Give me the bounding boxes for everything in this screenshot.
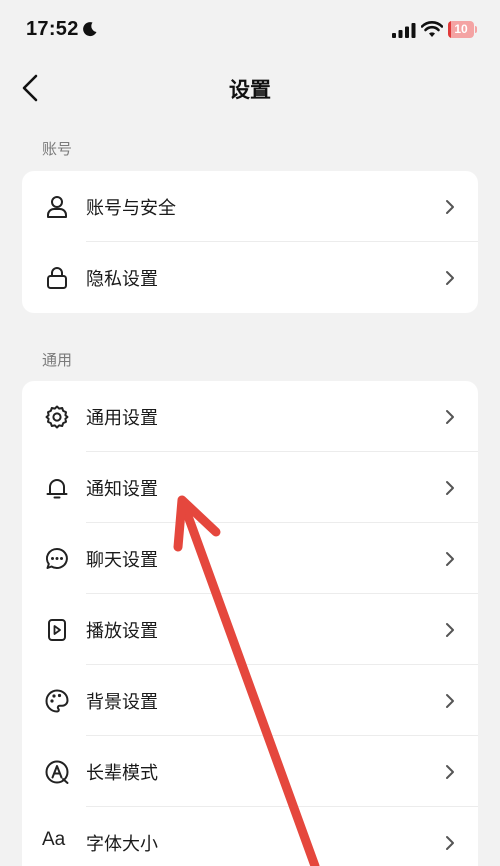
lock-icon	[47, 267, 67, 289]
background-settings-item[interactable]: 背景设置	[22, 665, 478, 736]
general-settings-item[interactable]: 通用设置	[22, 381, 478, 452]
account-security-label: 账号与安全	[86, 198, 176, 219]
account-security-item[interactable]: 账号与安全	[22, 171, 478, 242]
font-size-label: 字体大小	[86, 834, 158, 855]
privacy-settings-item[interactable]: 隐私设置	[22, 242, 478, 313]
font-size-icon: Aa	[42, 829, 66, 850]
nav-bar: 设置	[0, 60, 500, 120]
status-bar: 17:52 10	[0, 0, 500, 60]
background-settings-label: 背景设置	[86, 692, 158, 713]
chevron-right-icon	[446, 410, 454, 424]
elder-mode-label: 长辈模式	[86, 763, 158, 784]
gear-icon	[45, 405, 69, 429]
section-label-general: 通用	[42, 351, 73, 369]
chat-bubble-icon	[46, 547, 68, 569]
page-title: 设置	[229, 78, 271, 102]
chat-settings-item[interactable]: 聊天设置	[22, 523, 478, 594]
privacy-settings-label: 隐私设置	[86, 269, 158, 290]
wifi-icon	[421, 21, 443, 37]
chevron-right-icon	[446, 623, 454, 637]
battery-level: 10	[454, 22, 468, 36]
chevron-right-icon	[446, 694, 454, 708]
account-settings-card: 账号与安全 隐私设置	[22, 171, 478, 313]
general-settings-card: 通用设置 通知设置 聊天设置 播放设置 背景设置 长辈模式 Aa 字体大小	[22, 381, 478, 866]
playback-settings-item[interactable]: 播放设置	[22, 594, 478, 665]
elder-mode-icon	[45, 760, 69, 784]
font-size-item[interactable]: Aa 字体大小	[22, 807, 478, 866]
notification-settings-item[interactable]: 通知设置	[22, 452, 478, 523]
chevron-right-icon	[446, 271, 454, 285]
general-settings-label: 通用设置	[86, 408, 158, 429]
notification-settings-label: 通知设置	[86, 479, 158, 500]
chevron-right-icon	[446, 481, 454, 495]
chevron-right-icon	[446, 200, 454, 214]
elder-mode-item[interactable]: 长辈模式	[22, 736, 478, 807]
battery-icon: 10	[448, 21, 477, 38]
chevron-right-icon	[446, 765, 454, 779]
chat-settings-label: 聊天设置	[86, 550, 158, 571]
moon-icon	[83, 22, 97, 37]
play-icon	[48, 619, 66, 641]
bell-icon	[46, 479, 68, 499]
chevron-right-icon	[446, 836, 454, 850]
user-icon	[47, 196, 67, 218]
status-time: 17:52	[26, 18, 79, 40]
section-label-account: 账号	[42, 140, 73, 158]
chevron-right-icon	[446, 552, 454, 566]
playback-settings-label: 播放设置	[86, 621, 158, 642]
palette-icon	[45, 689, 69, 713]
signal-icon	[392, 23, 416, 38]
